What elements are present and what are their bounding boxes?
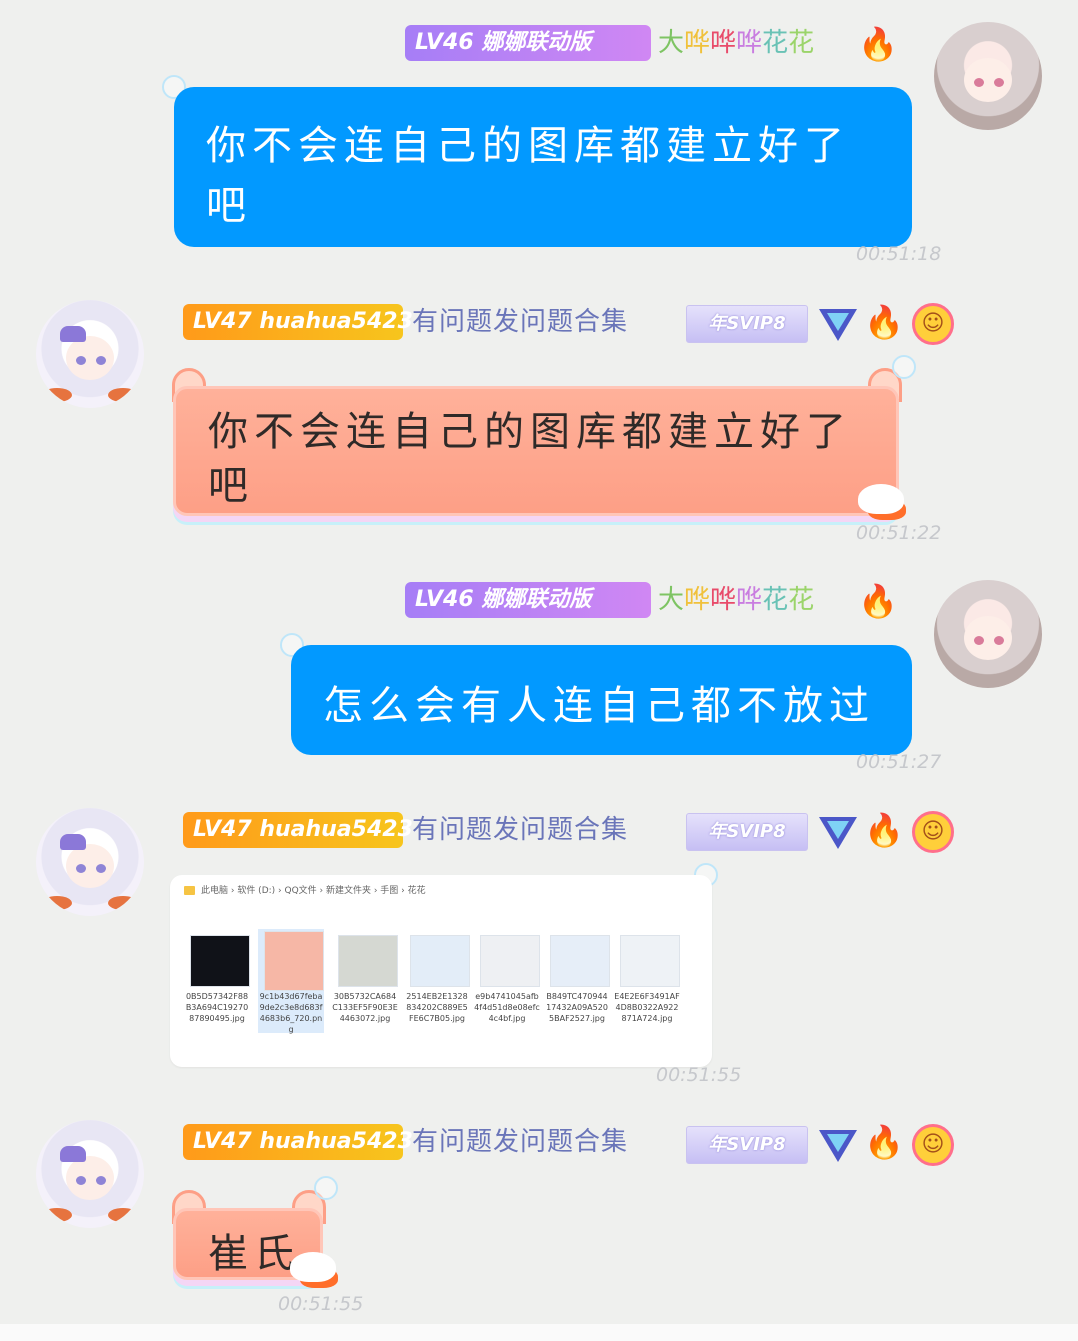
file-thumbnail (410, 935, 470, 987)
level-badge-them: LV47 huahua5423 (183, 812, 413, 848)
folder-icon (184, 886, 195, 895)
username: huahua5423 (259, 309, 413, 334)
vip-triangle-icon (819, 309, 857, 341)
bubble-decoration-dot (314, 1176, 338, 1200)
message-timestamp: 00:51:22 (856, 522, 942, 544)
avatar-me[interactable] (934, 22, 1042, 130)
level-label: LV46 (415, 587, 474, 612)
smiley-icon: ☺ (912, 1124, 954, 1166)
message-timestamp: 00:51:55 (278, 1293, 364, 1315)
vip-triangle-icon (819, 1130, 857, 1162)
file-thumbnail (550, 935, 610, 987)
fire-icon: 🔥 (858, 582, 898, 620)
file-name: B849TC47094417432A09A5205BAF2527.jpg (546, 992, 608, 1023)
smiley-icon: ☺ (912, 811, 954, 853)
level-badge-them: LV47 huahua5423 (183, 1124, 413, 1160)
message-text-line1: 你不会连自己的图库都建立好了 (208, 409, 852, 455)
file-thumbnail (264, 931, 324, 991)
level-badge-me: LV46 娜娜联动版 (405, 25, 651, 61)
fire-icon: 🔥 (864, 811, 904, 849)
badge-title: 娜娜联动版 (481, 30, 592, 55)
message-text-line1: 你不会连自己的图库都建立好了 (206, 123, 850, 169)
svip-badge: 年SVIP8 (686, 1126, 808, 1164)
file-thumbnail (620, 935, 680, 987)
file-thumbnail (338, 935, 398, 987)
level-badge-me: LV46 娜娜联动版 (405, 582, 651, 618)
file-name: 9c1b43d67feba9de2c3e8d683f4683b6_720.png (259, 992, 323, 1034)
group-title[interactable]: 有问题发问题合集 (412, 812, 628, 848)
bunny-decoration-icon (858, 484, 904, 514)
badge-title: 娜娜联动版 (481, 587, 592, 612)
fire-icon: 🔥 (858, 25, 898, 63)
message-bubble[interactable]: 你不会连自己的图库都建立好了 吧 (174, 87, 912, 247)
smiley-icon: ☺ (912, 303, 954, 345)
message-timestamp: 00:51:18 (856, 243, 942, 265)
file-name: e9b4741045afb4f4d51d8e08efc4c4bf.jpg (474, 992, 540, 1023)
file-thumbnail (190, 935, 250, 987)
level-badge-them: LV47 huahua5423 (183, 304, 413, 340)
group-title[interactable]: 有问题发问题合集 (412, 1124, 628, 1160)
file-name: 2514EB2E1328834202C889E5FE6C7B05.jpg (406, 992, 468, 1023)
file-thumbnail (480, 935, 540, 987)
message-text-line2: 吧 (206, 183, 252, 229)
avatar-them[interactable] (36, 300, 144, 408)
fire-icon: 🔥 (864, 303, 904, 341)
bottom-bar (0, 1324, 1078, 1341)
svip-badge: 年SVIP8 (686, 305, 808, 343)
bunny-decoration-icon (290, 1252, 336, 1282)
message-bubble[interactable]: 你不会连自己的图库都建立好了 吧 (173, 386, 899, 516)
avatar-me[interactable] (934, 580, 1042, 688)
message-text: 崔氏 (208, 1231, 300, 1277)
fire-icon: 🔥 (864, 1123, 904, 1161)
file-name: 30B5732CA684C133EF5F90E3E4463072.jpg (332, 992, 398, 1023)
breadcrumb: 此电脑 › 软件 (D:) › QQ文件 › 新建文件夹 › 手图 › 花花 (184, 883, 426, 896)
bubble-decoration-dot (892, 355, 916, 379)
message-timestamp: 00:51:55 (656, 1064, 742, 1086)
group-title[interactable]: 有问题发问题合集 (412, 304, 628, 340)
message-timestamp: 00:51:27 (856, 751, 942, 773)
level-label: LV47 (193, 1129, 252, 1154)
level-label: LV47 (193, 817, 252, 842)
image-message[interactable]: 此电脑 › 软件 (D:) › QQ文件 › 新建文件夹 › 手图 › 花花 0… (170, 875, 712, 1067)
breadcrumb-path: 此电脑 › 软件 (D:) › QQ文件 › 新建文件夹 › 手图 › 花花 (201, 886, 426, 896)
svip-badge: 年SVIP8 (686, 813, 808, 851)
avatar-them[interactable] (36, 1120, 144, 1228)
username: huahua5423 (259, 817, 413, 842)
level-label: LV46 (415, 30, 474, 55)
file-name: 0B5D57342F88B3A694C1927087890495.jpg (185, 992, 249, 1023)
file-name: E4E2E6F3491AF4D8B0322A922871A724.jpg (614, 992, 680, 1023)
message-text-line2: 吧 (208, 463, 254, 509)
level-label: LV47 (193, 309, 252, 334)
vip-triangle-icon (819, 817, 857, 849)
avatar-them[interactable] (36, 808, 144, 916)
message-text: 怎么会有人连自己都不放过 (323, 683, 875, 729)
message-bubble[interactable]: 怎么会有人连自己都不放过 (291, 645, 912, 755)
nickname-me[interactable]: 大哗哗哗花花 (658, 25, 814, 61)
username: huahua5423 (259, 1129, 413, 1154)
nickname-me[interactable]: 大哗哗哗花花 (658, 582, 814, 618)
